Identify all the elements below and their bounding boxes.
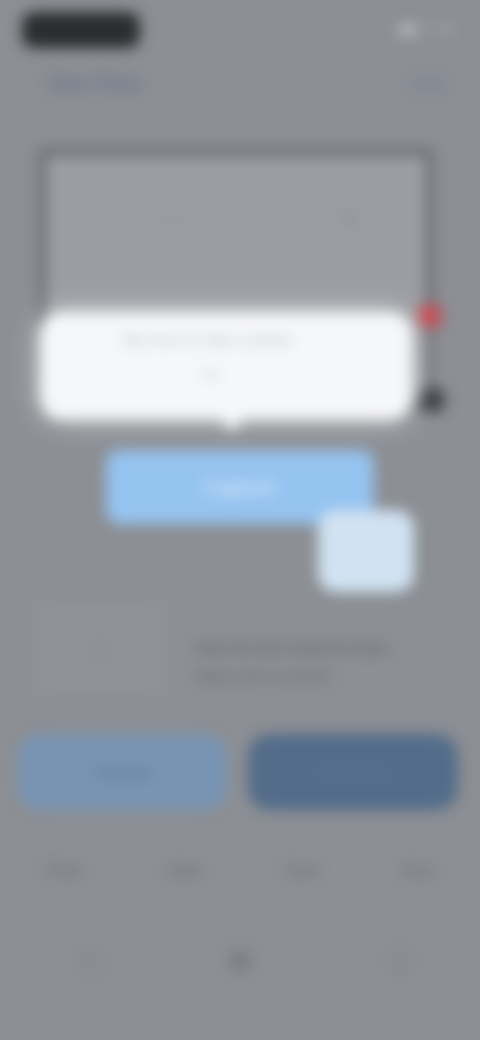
tooltip-text: Tap here to take a photo [120,332,293,349]
bottom-nav: ⌂ ◉ ☺ [0,930,480,1010]
tooltip-bubble [40,312,412,420]
corner-handle[interactable] [419,387,445,413]
status-time: 9:41 [22,12,140,48]
continue-button[interactable]: Continue [248,734,458,810]
profile-icon[interactable]: ☺ [380,940,420,980]
tab-photo[interactable]: Photo [40,862,89,892]
camera-icon[interactable]: ◉ [220,940,260,980]
frame-left-icon: ◌ [163,203,181,234]
retake-button[interactable]: Retake [18,734,228,810]
tooltip-subtext: Tip [200,366,219,382]
home-icon[interactable]: ⌂ [70,940,110,980]
header: Take Photo Help [0,60,480,112]
status-bar: 9:41 ▮▮ ◔ ▭ [0,0,480,60]
info-text-secondary: Make sure it is well lit [196,668,329,684]
tab-video[interactable]: Video [161,862,209,892]
blurred-screen: 9:41 ▮▮ ◔ ▭ Take Photo Help ◌ ⌾ Tap here… [0,0,480,1040]
mode-tabs: Photo Video Scan More [40,862,440,892]
frame-right-icon: ⌾ [341,203,359,234]
tab-scan[interactable]: Scan [280,862,324,892]
page-title: Take Photo [46,74,142,95]
info-text-primary: Place the item inside the frame [196,640,389,656]
flag-marker [419,305,441,327]
info-image-icon: ▢ [30,600,170,696]
capture-highlight [318,510,414,592]
tab-more[interactable]: More [396,862,440,892]
help-link[interactable]: Help [411,76,444,94]
status-icons: ▮▮ ◔ ▭ [399,20,456,36]
tooltip-tail [214,412,250,432]
